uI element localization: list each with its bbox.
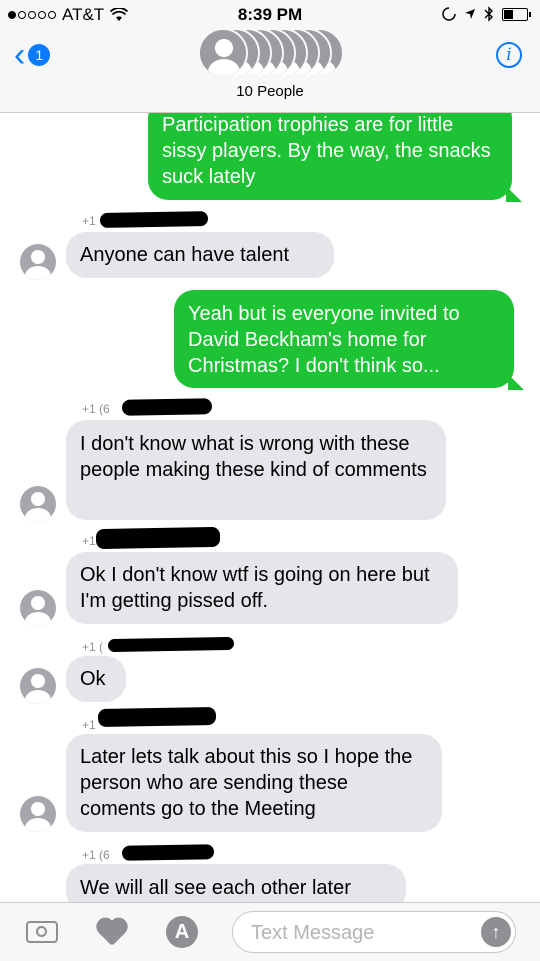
outgoing-message[interactable]: Participation trophies are for little si… bbox=[148, 98, 512, 200]
arrow-up-icon: ↑ bbox=[491, 921, 501, 942]
incoming-message[interactable]: Ok bbox=[66, 656, 126, 702]
contact-avatar[interactable] bbox=[20, 668, 56, 704]
unread-badge: 1 bbox=[28, 44, 51, 66]
group-avatars[interactable] bbox=[198, 28, 348, 80]
message-field[interactable]: ↑ bbox=[232, 911, 516, 953]
message-input-bar: A ↑ bbox=[0, 902, 540, 961]
camera-icon bbox=[26, 921, 58, 943]
message-text: We will all see each other later bbox=[80, 877, 351, 899]
incoming-message[interactable]: Ok I don't know wtf is going on here but… bbox=[66, 552, 458, 624]
info-icon: i bbox=[506, 45, 512, 65]
contact-avatar[interactable] bbox=[20, 796, 56, 832]
incoming-message[interactable]: Anyone can have talent bbox=[66, 232, 334, 278]
chevron-left-icon: ‹ bbox=[14, 36, 26, 74]
status-indicators bbox=[442, 6, 531, 22]
battery-icon bbox=[502, 7, 531, 21]
heart-icon bbox=[95, 917, 129, 947]
redaction-mark bbox=[107, 636, 235, 653]
redaction-mark bbox=[121, 398, 213, 416]
rotation-lock-icon bbox=[442, 7, 456, 21]
message-thread: Participation trophies are for little si… bbox=[0, 0, 540, 960]
redaction-mark bbox=[99, 211, 209, 228]
camera-button[interactable] bbox=[24, 917, 60, 947]
outgoing-message[interactable]: Yeah but is everyone invited to David Be… bbox=[174, 290, 514, 388]
message-text: Ok I don't know wtf is going on here but… bbox=[80, 564, 430, 612]
incoming-message[interactable]: I don't know what is wrong with these pe… bbox=[66, 420, 446, 520]
bluetooth-icon bbox=[484, 6, 493, 22]
info-button[interactable]: i bbox=[496, 42, 522, 68]
message-text: I don't know what is wrong with these pe… bbox=[80, 433, 427, 481]
incoming-message[interactable]: Later lets talk about this so I hope the… bbox=[66, 734, 442, 832]
redaction-mark bbox=[121, 844, 215, 861]
group-member-count[interactable]: 10 People bbox=[0, 83, 540, 100]
sender-number: +1 bbox=[82, 718, 96, 732]
contact-avatar[interactable] bbox=[20, 244, 56, 280]
message-text: Ok bbox=[80, 668, 106, 690]
sender-number: +1 bbox=[82, 534, 96, 548]
message-text: Yeah but is everyone invited to David Be… bbox=[188, 303, 460, 377]
sender-number: +1 (6 bbox=[82, 848, 110, 862]
contact-avatar[interactable] bbox=[20, 486, 56, 522]
redaction-mark bbox=[95, 526, 221, 550]
message-text: Anyone can have talent bbox=[80, 244, 290, 266]
digital-touch-button[interactable] bbox=[94, 917, 130, 947]
back-button[interactable]: ‹ 1 bbox=[14, 36, 51, 74]
status-bar: AT&T 8:39 PM bbox=[0, 0, 540, 30]
avatar bbox=[198, 28, 248, 78]
location-arrow-icon bbox=[465, 9, 475, 19]
sender-number: +1 bbox=[82, 214, 96, 228]
bubble-tail bbox=[508, 374, 524, 390]
bubble-tail bbox=[506, 186, 522, 202]
redaction-mark bbox=[97, 706, 217, 728]
sender-number: +1 ( bbox=[82, 640, 104, 654]
conversation-header: AT&T 8:39 PM ‹ 1 10 People i bbox=[0, 0, 540, 113]
message-input[interactable] bbox=[249, 920, 463, 946]
app-store-button[interactable]: A bbox=[164, 916, 200, 948]
message-text: Later lets talk about this so I hope the… bbox=[80, 746, 413, 820]
app-store-icon: A bbox=[166, 916, 198, 948]
message-text: Participation trophies are for little si… bbox=[162, 114, 491, 188]
sender-number: +1 (6 bbox=[82, 402, 110, 416]
contact-avatar[interactable] bbox=[20, 590, 56, 626]
send-button[interactable]: ↑ bbox=[481, 917, 511, 947]
